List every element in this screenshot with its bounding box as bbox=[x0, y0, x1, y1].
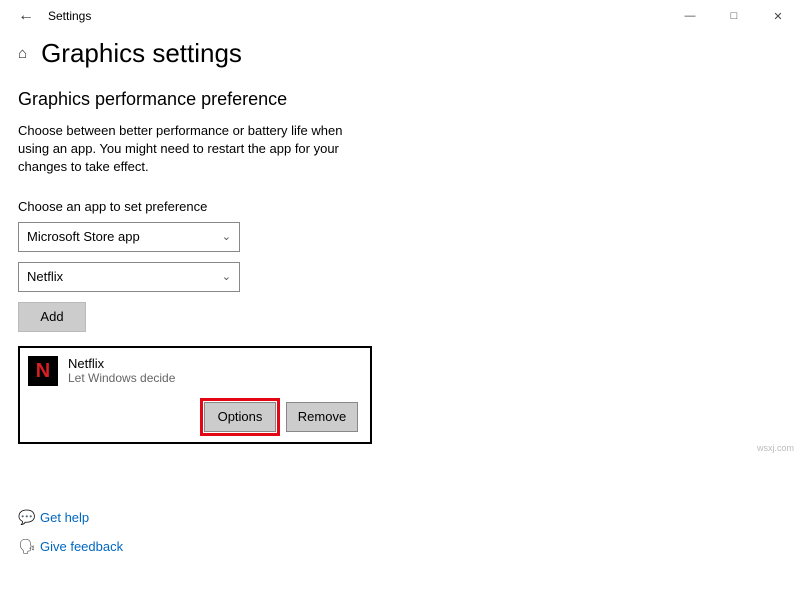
close-button[interactable]: ✕ bbox=[756, 1, 800, 31]
options-button[interactable]: Options bbox=[204, 402, 276, 432]
give-feedback-link[interactable]: Give feedback bbox=[40, 539, 123, 554]
feedback-icon: 🗣 bbox=[18, 538, 40, 555]
chevron-down-icon: ⌄ bbox=[222, 230, 231, 243]
window-title: Settings bbox=[42, 9, 91, 23]
app-card-subtitle: Let Windows decide bbox=[68, 371, 175, 385]
page-title: Graphics settings bbox=[41, 38, 242, 69]
home-icon[interactable]: ⌂ bbox=[18, 45, 27, 62]
app-type-value: Microsoft Store app bbox=[27, 229, 140, 244]
app-name-dropdown[interactable]: Netflix ⌄ bbox=[18, 262, 240, 292]
choose-app-label: Choose an app to set preference bbox=[18, 199, 782, 214]
help-icon: 💬 bbox=[18, 509, 40, 526]
app-type-dropdown[interactable]: Microsoft Store app ⌄ bbox=[18, 222, 240, 252]
back-icon[interactable]: ← bbox=[18, 7, 42, 25]
chevron-down-icon: ⌄ bbox=[222, 270, 231, 283]
get-help-link[interactable]: Get help bbox=[40, 510, 89, 525]
app-name-value: Netflix bbox=[27, 269, 63, 284]
section-description: Choose between better performance or bat… bbox=[18, 122, 358, 177]
app-card-name: Netflix bbox=[68, 356, 175, 371]
remove-button[interactable]: Remove bbox=[286, 402, 358, 432]
maximize-button[interactable]: □ bbox=[712, 1, 756, 31]
add-button[interactable]: Add bbox=[18, 302, 86, 332]
netflix-icon: N bbox=[28, 356, 58, 386]
watermark: wsxj.com bbox=[757, 443, 794, 453]
minimize-button[interactable]: — bbox=[668, 1, 712, 31]
section-title: Graphics performance preference bbox=[18, 89, 782, 110]
app-card[interactable]: N Netflix Let Windows decide Options Rem… bbox=[18, 346, 372, 444]
